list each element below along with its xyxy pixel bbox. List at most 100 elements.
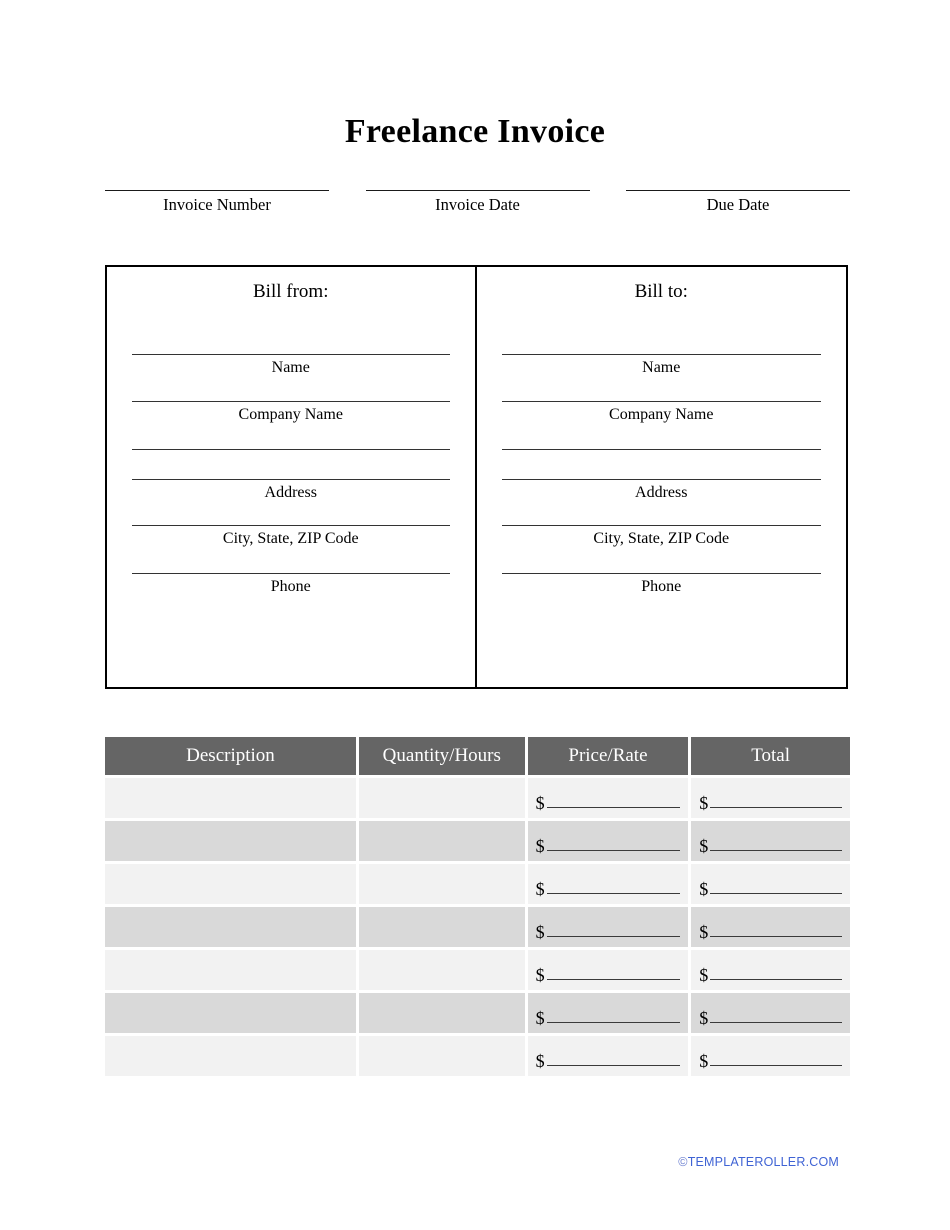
cell-total[interactable]: $: [691, 864, 850, 904]
cell-description[interactable]: [105, 993, 356, 1033]
cell-quantity-hours[interactable]: [358, 1036, 525, 1076]
bill-to-field-name[interactable]: Name: [501, 354, 821, 378]
cell-total[interactable]: $: [691, 993, 850, 1033]
currency-input-rule[interactable]: [710, 1022, 842, 1023]
field-invoice-number[interactable]: Invoice Number: [105, 190, 329, 215]
currency-input[interactable]: $: [536, 837, 681, 855]
cell-total[interactable]: $: [691, 821, 850, 861]
cell-price-rate[interactable]: $: [527, 993, 689, 1033]
bill-to-field-phone[interactable]: Phone: [501, 573, 821, 597]
currency-input-rule[interactable]: [546, 893, 681, 894]
cell-quantity-hours[interactable]: [358, 778, 525, 818]
cell-price-rate[interactable]: $: [527, 864, 689, 904]
cell-description[interactable]: [105, 907, 356, 947]
bill-to-field-address[interactable]: Address: [501, 449, 821, 503]
invoice-number-input-rule[interactable]: [105, 190, 329, 191]
currency-input-rule[interactable]: [710, 936, 842, 937]
bill-from-field-name[interactable]: Name: [132, 354, 450, 378]
bill-from-company-input-rule[interactable]: [132, 401, 450, 402]
field-due-date[interactable]: Due Date: [626, 190, 850, 215]
cell-price-rate[interactable]: $: [527, 1036, 689, 1076]
table-row[interactable]: $ $: [105, 778, 850, 818]
cell-quantity-hours[interactable]: [358, 907, 525, 947]
bill-to-field-city[interactable]: City, State, ZIP Code: [501, 525, 821, 549]
cell-quantity-hours[interactable]: [358, 950, 525, 990]
currency-input-rule[interactable]: [546, 1022, 681, 1023]
cell-quantity-hours[interactable]: [358, 821, 525, 861]
currency-input-rule[interactable]: [546, 850, 681, 851]
due-date-input-rule[interactable]: [626, 190, 850, 191]
currency-input[interactable]: $: [699, 1052, 842, 1070]
table-row[interactable]: $ $: [105, 821, 850, 861]
invoice-number-label: Invoice Number: [163, 195, 271, 214]
bill-to-city-input-rule[interactable]: [501, 525, 821, 526]
currency-input[interactable]: $: [699, 923, 842, 941]
cell-price-rate[interactable]: $: [527, 821, 689, 861]
column-header-price-rate: Price/Rate: [527, 737, 689, 775]
currency-input[interactable]: $: [699, 837, 842, 855]
currency-input-rule[interactable]: [546, 807, 681, 808]
currency-input[interactable]: $: [536, 1052, 681, 1070]
cell-price-rate[interactable]: $: [527, 907, 689, 947]
table-row[interactable]: $ $: [105, 907, 850, 947]
bill-from-phone-label: Phone: [270, 578, 311, 595]
currency-input-rule[interactable]: [710, 1065, 842, 1066]
currency-input[interactable]: $: [536, 1009, 681, 1027]
bill-from-field-company[interactable]: Company Name: [132, 401, 450, 425]
bill-from-field-phone[interactable]: Phone: [132, 573, 450, 597]
column-header-total: Total: [691, 737, 850, 775]
cell-total[interactable]: $: [691, 1036, 850, 1076]
cell-description[interactable]: [105, 778, 356, 818]
bill-from-address-input-rule-1[interactable]: [132, 449, 450, 450]
currency-input-rule[interactable]: [710, 893, 842, 894]
bill-to-company-input-rule[interactable]: [501, 401, 821, 402]
cell-description[interactable]: [105, 864, 356, 904]
currency-input[interactable]: $: [536, 880, 681, 898]
cell-price-rate[interactable]: $: [527, 950, 689, 990]
table-row[interactable]: $ $: [105, 993, 850, 1033]
currency-input-rule[interactable]: [546, 1065, 681, 1066]
bill-from-field-city[interactable]: City, State, ZIP Code: [132, 525, 450, 549]
table-row[interactable]: $ $: [105, 864, 850, 904]
cell-description[interactable]: [105, 1036, 356, 1076]
table-row[interactable]: $ $: [105, 950, 850, 990]
currency-input[interactable]: $: [536, 794, 681, 812]
currency-input-rule[interactable]: [546, 936, 681, 937]
cell-total[interactable]: $: [691, 907, 850, 947]
currency-input[interactable]: $: [699, 1009, 842, 1027]
table-row[interactable]: $ $: [105, 1036, 850, 1076]
footer-credit[interactable]: ©TEMPLATEROLLER.COM: [0, 1155, 950, 1169]
bill-to-name-input-rule[interactable]: [501, 354, 821, 355]
bill-to-address-input-rule-2[interactable]: [501, 479, 821, 480]
bill-to-address-input-rule-1[interactable]: [501, 449, 821, 450]
templateroller-link-label[interactable]: TEMPLATEROLLER.COM: [688, 1155, 839, 1169]
currency-input-rule[interactable]: [546, 979, 681, 980]
bill-to-field-company[interactable]: Company Name: [501, 401, 821, 425]
cell-quantity-hours[interactable]: [358, 864, 525, 904]
currency-input-rule[interactable]: [710, 979, 842, 980]
currency-input[interactable]: $: [536, 966, 681, 984]
currency-input-rule[interactable]: [710, 807, 842, 808]
currency-input[interactable]: $: [699, 794, 842, 812]
currency-input[interactable]: $: [699, 880, 842, 898]
bill-from-city-input-rule[interactable]: [132, 525, 450, 526]
bill-to-address-label: Address: [635, 484, 688, 501]
bill-to-phone-input-rule[interactable]: [501, 573, 821, 574]
field-invoice-date[interactable]: Invoice Date: [365, 190, 590, 215]
bill-from-name-input-rule[interactable]: [132, 354, 450, 355]
bill-from-field-address[interactable]: Address: [132, 449, 450, 503]
bill-to-phone-label: Phone: [641, 578, 682, 595]
currency-input[interactable]: $: [699, 966, 842, 984]
currency-input[interactable]: $: [536, 923, 681, 941]
cell-quantity-hours[interactable]: [358, 993, 525, 1033]
bill-from-address-input-rule-2[interactable]: [132, 479, 450, 480]
invoice-date-input-rule[interactable]: [365, 190, 590, 191]
cell-total[interactable]: $: [691, 950, 850, 990]
cell-description[interactable]: [105, 950, 356, 990]
cell-price-rate[interactable]: $: [527, 778, 689, 818]
cell-total[interactable]: $: [691, 778, 850, 818]
currency-input-rule[interactable]: [710, 850, 842, 851]
bill-from-phone-input-rule[interactable]: [132, 573, 450, 574]
cell-description[interactable]: [105, 821, 356, 861]
page-title: Freelance Invoice: [344, 113, 606, 150]
